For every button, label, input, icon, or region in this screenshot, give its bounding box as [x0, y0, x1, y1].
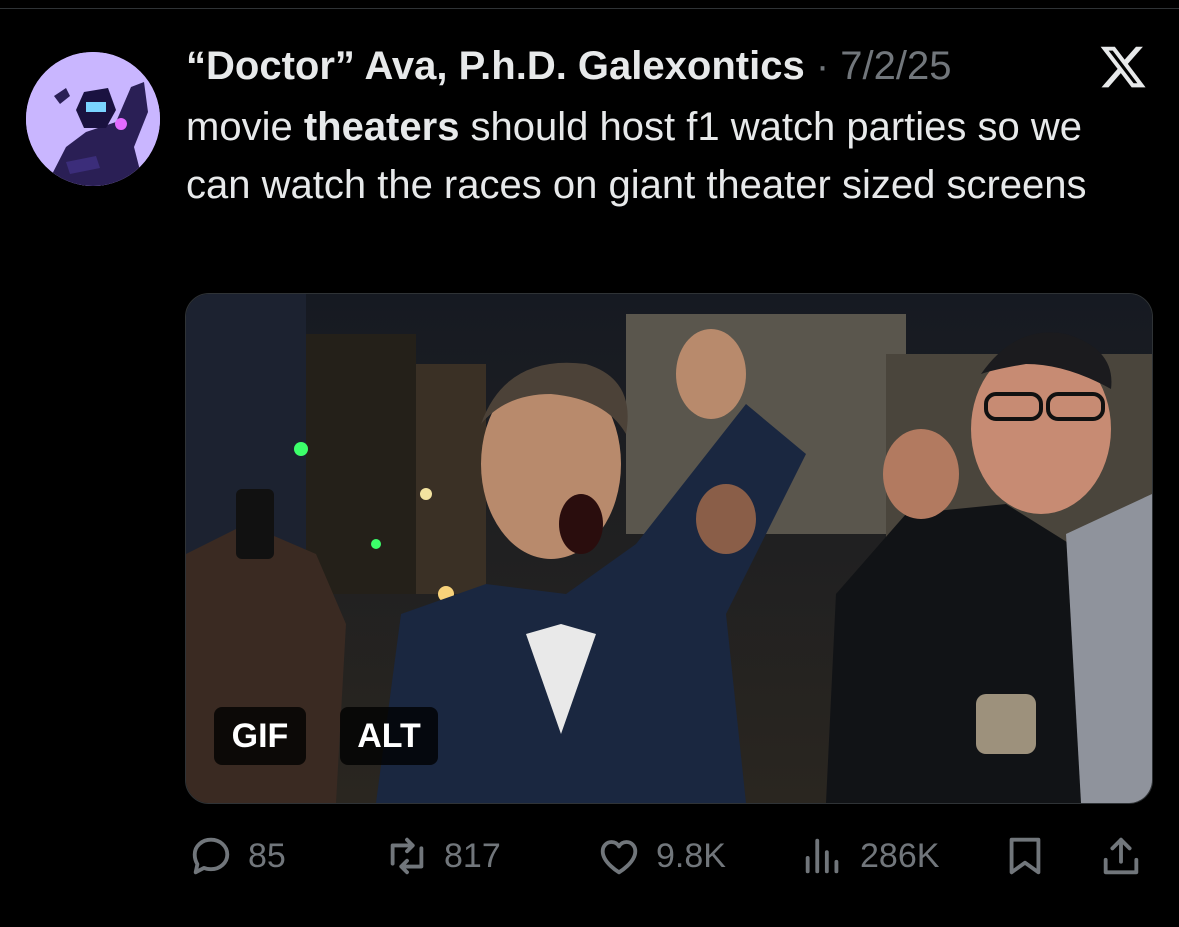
like-button[interactable]: 9.8K: [596, 826, 726, 886]
x-logo-icon: [1098, 42, 1148, 92]
share-icon: [1098, 833, 1144, 879]
action-bar: 85 817 9.8K 286K: [0, 826, 1179, 886]
share-button[interactable]: [1098, 826, 1144, 886]
reply-button[interactable]: 85: [188, 826, 286, 886]
repost-count: 817: [444, 836, 501, 875]
alt-badge[interactable]: ALT: [340, 707, 438, 765]
tweet-header: “Doctor” Ava, P.h.D. Galexontics · 7/2/2…: [186, 38, 1066, 94]
post-date[interactable]: 7/2/25: [840, 44, 951, 88]
author-name[interactable]: “Doctor” Ava, P.h.D. Galexontics: [186, 44, 805, 88]
reply-count: 85: [248, 836, 286, 875]
like-count: 9.8K: [656, 836, 726, 875]
view-count: 286K: [860, 836, 940, 875]
tweet-text-highlight: theaters: [303, 105, 460, 149]
gif-badge[interactable]: GIF: [214, 707, 306, 765]
gif-media[interactable]: GIF ALT: [185, 293, 1153, 804]
header-separator: ·: [815, 44, 830, 88]
avatar-image: [26, 52, 160, 186]
tweet-text: movie theaters should host f1 watch part…: [186, 98, 1156, 214]
bookmark-button[interactable]: [1002, 826, 1048, 886]
repost-icon: [384, 833, 430, 879]
repost-button[interactable]: 817: [384, 826, 501, 886]
bar-chart-icon: [800, 833, 846, 879]
avatar[interactable]: [26, 52, 160, 186]
tweet-text-start: movie: [186, 105, 304, 149]
reply-icon: [188, 833, 234, 879]
heart-icon: [596, 833, 642, 879]
bookmark-icon: [1002, 833, 1048, 879]
views-button[interactable]: 286K: [800, 826, 939, 886]
gif-frame-image: [186, 294, 1152, 803]
top-divider: [0, 8, 1179, 9]
